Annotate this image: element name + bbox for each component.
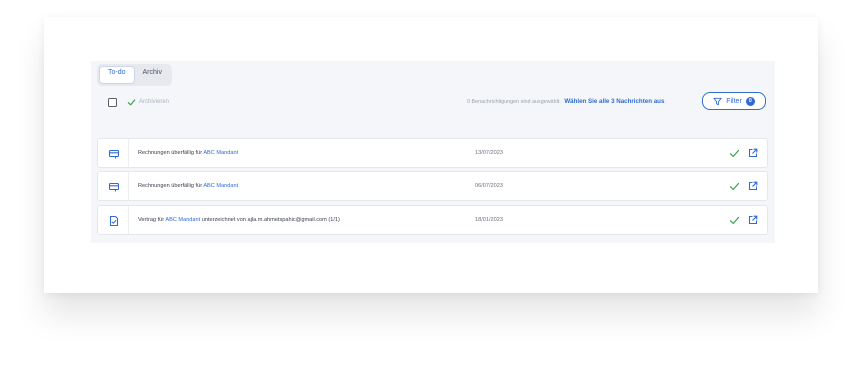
open-external-icon[interactable] <box>748 181 758 191</box>
selection-status: 0 Benachrichtigungen sind ausgewählt. Wä… <box>467 93 664 111</box>
document-icon <box>109 215 119 227</box>
select-all-checkbox[interactable] <box>108 97 117 107</box>
tab-bar: To-do Archiv <box>97 64 172 86</box>
tab-todo[interactable]: To-do <box>99 66 135 84</box>
bulk-toolbar: Archivieren 0 Benachrichtigungen sind au… <box>97 92 769 111</box>
notification-date: 18/01/2023 <box>475 217 503 223</box>
mark-done-checkmark-icon[interactable] <box>729 181 740 192</box>
notification-row[interactable]: Vertrag für ABC Mandant unterzeichnet vo… <box>97 205 768 235</box>
invoice-icon <box>108 149 120 159</box>
checkmark-icon <box>127 98 136 105</box>
invoice-icon <box>108 182 120 192</box>
archive-label: Archivieren <box>139 99 170 105</box>
notification-message: Rechnungen überfällig für <box>138 183 204 189</box>
select-all-link[interactable]: Wählen Sie alle 3 Nachrichten aus <box>564 98 664 105</box>
client-link[interactable]: ABC Mandant <box>165 217 200 223</box>
notification-text: Rechnungen überfällig für ABC Mandant <box>138 172 238 200</box>
notification-date: 13/07/2023 <box>475 150 503 156</box>
notification-row[interactable]: Rechnungen überfällig für ABC Mandant 13… <box>97 138 768 168</box>
client-link[interactable]: ABC Mandant <box>203 150 238 156</box>
open-external-icon[interactable] <box>748 148 758 158</box>
notification-text: Rechnungen überfällig für ABC Mandant <box>138 139 238 167</box>
row-divider <box>128 206 129 234</box>
selection-count-text: 0 Benachrichtigungen sind ausgewählt. <box>467 99 561 105</box>
notification-text: Vertrag für ABC Mandant unterzeichnet vo… <box>138 206 340 234</box>
client-link[interactable]: ABC Mandant <box>203 183 238 189</box>
mark-done-checkmark-icon[interactable] <box>729 148 740 159</box>
row-divider <box>128 139 129 167</box>
filter-label: Filter <box>726 97 742 105</box>
mark-done-checkmark-icon[interactable] <box>729 215 740 226</box>
notification-message: Rechnungen überfällig für <box>138 150 204 156</box>
notification-message: Vertrag für <box>138 217 166 223</box>
notification-message-suffix: unterzeichnet von ajla.m.ahmetspahic@gma… <box>200 217 340 223</box>
open-external-icon[interactable] <box>748 215 758 225</box>
filter-icon <box>713 97 722 105</box>
notification-row[interactable]: Rechnungen überfällig für ABC Mandant 06… <box>97 171 768 201</box>
tab-archiv[interactable]: Archiv <box>135 66 170 84</box>
filter-count-badge: 0 <box>745 96 755 106</box>
row-divider <box>128 172 129 200</box>
filter-button[interactable]: Filter 0 <box>702 92 766 110</box>
archive-button[interactable]: Archivieren <box>127 98 169 107</box>
notification-date: 06/07/2023 <box>475 183 503 189</box>
